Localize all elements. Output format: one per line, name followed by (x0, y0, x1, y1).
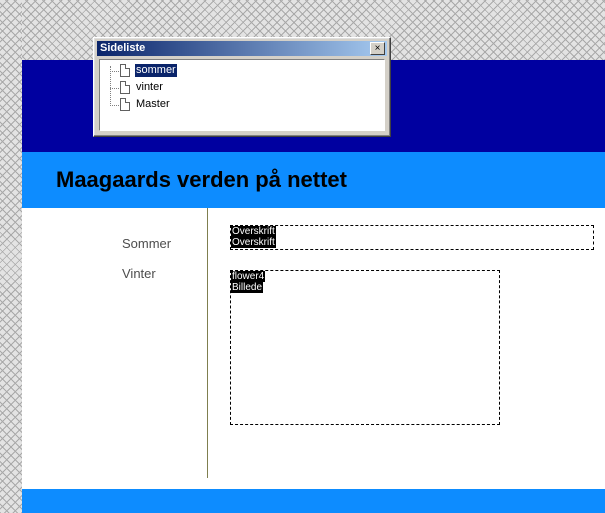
footer-band (22, 489, 605, 513)
tree-connector (110, 105, 119, 106)
tree-connector (110, 66, 111, 106)
page-list-panel[interactable]: Sideliste × sommer vinter Master (93, 37, 391, 137)
placeholder-tag: Overskrift (231, 237, 276, 248)
tree-connector (110, 88, 119, 89)
workspace-background-left (0, 0, 22, 513)
placeholder-tag: Overskrift (231, 226, 276, 237)
page-icon (120, 81, 130, 94)
page-tree[interactable]: sommer vinter Master (99, 59, 385, 131)
tree-item-label: Master (136, 98, 170, 110)
tree-item-label: vinter (136, 81, 163, 93)
placeholder-tag: Billede (231, 282, 264, 293)
heading-placeholder[interactable]: Overskrift Overskrift (230, 225, 594, 250)
tree-connector (110, 71, 119, 72)
page-icon (120, 98, 130, 111)
column-divider (207, 208, 208, 478)
placeholder-tag: flower4 (231, 271, 266, 282)
image-placeholder[interactable]: flower4 Billede (230, 270, 500, 425)
panel-title: Sideliste (100, 42, 146, 54)
site-title: Maagaards verden på nettet (56, 167, 347, 192)
nav-link-sommer[interactable]: Sommer (122, 236, 171, 251)
tree-item-label: sommer (134, 63, 178, 78)
close-icon[interactable]: × (370, 42, 385, 55)
page-icon (120, 64, 130, 77)
nav-link-vinter[interactable]: Vinter (122, 266, 156, 281)
panel-titlebar[interactable]: Sideliste × (97, 41, 387, 56)
